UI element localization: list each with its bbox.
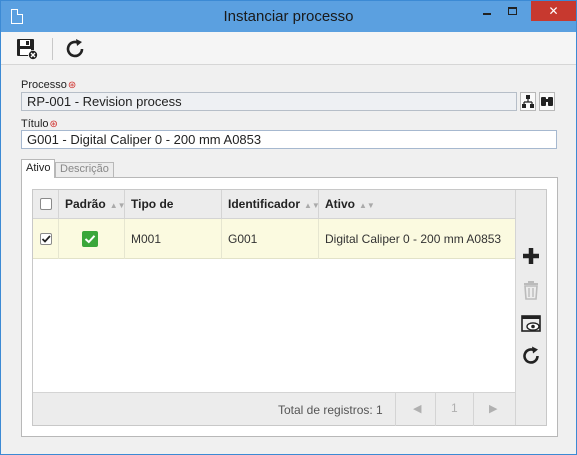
required-icon: ⊛ — [49, 119, 58, 130]
sort-icon: ▲▼ — [109, 201, 126, 210]
column-header-padrao[interactable]: Padrão ▲▼ — [59, 190, 126, 219]
table-row[interactable]: M001 G001 Digital Caliper 0 - 200 mm A08… — [33, 219, 515, 259]
process-field: RP-001 - Revision process — [21, 92, 517, 111]
toolbar-separator — [52, 38, 53, 60]
save-and-close-icon[interactable] — [15, 37, 39, 61]
process-label: Processo⊛ — [21, 79, 77, 91]
title-label: Título⊛ — [21, 118, 58, 130]
add-icon[interactable] — [520, 245, 542, 267]
process-diagram-button[interactable] — [520, 92, 536, 111]
identifier-cell: G001 — [222, 219, 319, 259]
page-number: 1 — [451, 401, 458, 415]
toolbar — [1, 32, 576, 65]
grid-actions — [515, 190, 546, 425]
hierarchy-icon — [522, 95, 534, 108]
dialog-window: Instanciar processo ✕ Processo⊛ RP-001 -… — [0, 0, 577, 455]
required-icon: ⊛ — [67, 80, 77, 91]
delete-icon[interactable] — [520, 279, 542, 301]
total-records: Total de registros: 1 — [278, 403, 383, 417]
column-header-tipo[interactable]: Tipo de ativo▲▼ — [125, 190, 222, 240]
row-checkbox[interactable] — [40, 233, 52, 245]
tab-ativo[interactable]: Ativo — [21, 159, 56, 178]
view-icon[interactable] — [520, 313, 542, 335]
select-all-checkbox[interactable] — [40, 198, 52, 210]
refresh-icon[interactable] — [63, 37, 87, 61]
grid-header: Padrão▲▼ Tipo de ativo▲▼ Identificador▲▼… — [33, 190, 515, 240]
process-search-button[interactable] — [539, 92, 555, 111]
binoculars-icon — [541, 97, 553, 106]
title-bar[interactable]: Instanciar processo ✕ — [1, 1, 576, 32]
next-page-icon[interactable]: ▶ — [489, 402, 497, 415]
row-select-cell — [33, 219, 59, 259]
tab-descricao[interactable]: Descrição — [55, 162, 114, 177]
title-input[interactable]: G001 - Digital Caliper 0 - 200 mm A0853 — [21, 130, 557, 149]
default-check-icon — [82, 231, 98, 247]
minimize-button[interactable] — [475, 1, 499, 21]
grid-footer: Total de registros: 1 ◀ 1 ▶ — [33, 392, 515, 426]
maximize-button[interactable] — [500, 1, 524, 21]
close-button[interactable]: ✕ — [531, 1, 576, 21]
asset-name-cell: Digital Caliper 0 - 200 mm A0853 — [325, 232, 502, 246]
refresh-grid-icon[interactable] — [520, 345, 542, 367]
sort-icon: ▲▼ — [359, 201, 375, 210]
select-all-cell — [33, 190, 59, 219]
sort-icon: ▲▼ — [304, 201, 320, 210]
column-header-ativo[interactable]: Ativo ▲▼ — [319, 190, 515, 219]
asset-type-cell: M001 — [125, 219, 222, 259]
asset-grid: Padrão▲▼ Tipo de ativo▲▼ Identificador▲▼… — [32, 189, 547, 426]
previous-page-icon[interactable]: ◀ — [413, 402, 421, 415]
default-cell — [59, 219, 125, 259]
column-header-identificador[interactable]: Identificador ▲▼ — [222, 190, 320, 219]
